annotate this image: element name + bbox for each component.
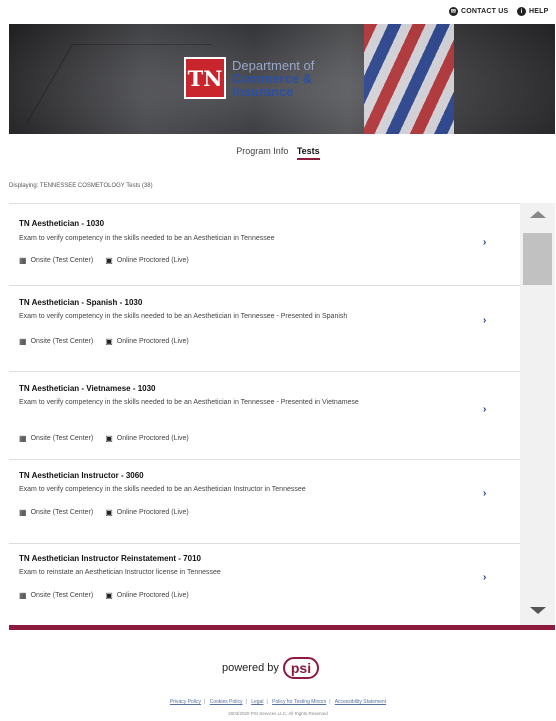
proctor-icon: ▣ bbox=[105, 256, 113, 265]
powered-by-psi: powered by psi bbox=[222, 657, 320, 679]
info-icon: i bbox=[517, 7, 526, 16]
building-icon: ▦ bbox=[19, 591, 27, 600]
test-description: Exam to verify competency in the skills … bbox=[19, 486, 306, 493]
top-bar: ✉ CONTACT US i HELP bbox=[0, 0, 556, 24]
scrollbar[interactable] bbox=[520, 203, 555, 625]
test-description: Exam to reinstate an Aesthetician Instru… bbox=[19, 569, 221, 576]
dept-line-1: Department of bbox=[232, 57, 315, 73]
onsite-option: ▦ Onsite (Test Center) bbox=[19, 508, 93, 517]
scrollbar-thumb[interactable] bbox=[523, 233, 552, 285]
powered-by-label: powered by bbox=[222, 662, 279, 674]
online-label: Online Proctored (Live) bbox=[116, 257, 189, 264]
separator: | bbox=[245, 699, 247, 705]
list-item[interactable]: TN Aesthetician - Vietnamese - 1030 Exam… bbox=[9, 372, 520, 460]
online-label: Online Proctored (Live) bbox=[116, 592, 189, 599]
proctor-icon: ▣ bbox=[105, 591, 113, 600]
dept-line-3: Insurance bbox=[232, 83, 294, 99]
onsite-option: ▦ Onsite (Test Center) bbox=[19, 337, 93, 346]
separator: | bbox=[266, 699, 268, 705]
hero-banner: TN Department of Commerce & Insurance bbox=[9, 24, 555, 134]
test-options: ▦ Onsite (Test Center) ▣ Online Proctored … bbox=[19, 256, 201, 265]
test-title: TN Aesthetician Instructor Reinstatement… bbox=[19, 554, 201, 563]
test-options: ▦ Onsite (Test Center) ▣ Online Proctored … bbox=[19, 508, 201, 517]
proctor-icon: ▣ bbox=[105, 337, 113, 346]
online-option: ▣ Online Proctored (Live) bbox=[105, 591, 189, 600]
chevron-right-icon[interactable]: › bbox=[483, 404, 486, 415]
tab-program-info[interactable]: Program Info bbox=[236, 146, 288, 156]
barber-pole bbox=[364, 24, 454, 134]
test-description: Exam to verify competency in the skills … bbox=[19, 399, 359, 406]
online-label: Online Proctored (Live) bbox=[116, 338, 189, 345]
building-icon: ▦ bbox=[19, 434, 27, 443]
dept-line-2: Commerce & bbox=[232, 70, 313, 86]
test-description: Exam to verify competency in the skills … bbox=[19, 313, 348, 320]
test-title: TN Aesthetician Instructor - 3060 bbox=[19, 471, 144, 480]
test-title: TN Aesthetician - Vietnamese - 1030 bbox=[19, 384, 156, 393]
psi-logo: psi bbox=[282, 657, 320, 679]
onsite-label: Onsite (Test Center) bbox=[30, 509, 94, 516]
footer-link-legal[interactable]: Legal bbox=[251, 699, 263, 705]
copyright: 2003/2020 PSI Services LLC, All Rights R… bbox=[228, 711, 328, 716]
onsite-option: ▦ Onsite (Test Center) bbox=[19, 434, 93, 443]
help-link[interactable]: i HELP bbox=[517, 7, 548, 16]
scroll-up-icon[interactable] bbox=[530, 211, 546, 218]
tab-bar: Program Info Tests bbox=[0, 146, 556, 162]
department-name: Department of Commerce & Insurance bbox=[232, 59, 314, 98]
onsite-label: Onsite (Test Center) bbox=[30, 435, 94, 442]
help-label: HELP bbox=[529, 8, 549, 15]
online-option: ▣ Online Proctored (Live) bbox=[105, 508, 189, 517]
displaying-count: Displaying: TENNESSEE COSMETOLOGY Tests … bbox=[9, 183, 153, 189]
test-options: ▦ Onsite (Test Center) ▣ Online Proctored … bbox=[19, 591, 201, 600]
test-options: ▦ Onsite (Test Center) ▣ Online Proctored … bbox=[19, 337, 201, 346]
tab-tests[interactable]: Tests bbox=[296, 146, 320, 160]
footer-link-cookies[interactable]: Cookies Policy bbox=[210, 699, 243, 705]
list-item[interactable]: TN Aesthetician - 1030 Exam to verify co… bbox=[9, 204, 520, 286]
list-item[interactable]: TN Aesthetician Instructor - 3060 Exam t… bbox=[9, 460, 520, 544]
building-icon: ▦ bbox=[19, 508, 27, 517]
online-option: ▣ Online Proctored (Live) bbox=[105, 337, 189, 346]
test-title: TN Aesthetician - 1030 bbox=[19, 219, 105, 228]
onsite-option: ▦ Onsite (Test Center) bbox=[19, 256, 93, 265]
test-options: ▦ Onsite (Test Center) ▣ Online Proctored … bbox=[19, 434, 201, 443]
onsite-label: Onsite (Test Center) bbox=[30, 592, 94, 599]
online-option: ▣ Online Proctored (Live) bbox=[105, 434, 189, 443]
chat-icon: ✉ bbox=[449, 7, 458, 16]
separator: | bbox=[329, 699, 331, 705]
proctor-icon: ▣ bbox=[105, 434, 113, 443]
building-icon: ▦ bbox=[19, 337, 27, 346]
onsite-label: Onsite (Test Center) bbox=[30, 338, 94, 345]
online-label: Online Proctored (Live) bbox=[116, 435, 189, 442]
chevron-right-icon[interactable]: › bbox=[483, 488, 486, 499]
test-title: TN Aesthetician - Spanish - 1030 bbox=[19, 298, 143, 307]
onsite-label: Onsite (Test Center) bbox=[30, 257, 94, 264]
online-option: ▣ Online Proctored (Live) bbox=[105, 256, 189, 265]
contact-us-link[interactable]: ✉ CONTACT US bbox=[449, 7, 508, 16]
footer-link-accessibility[interactable]: Accessibility Statement bbox=[335, 699, 386, 705]
test-description: Exam to verify competency in the skills … bbox=[19, 235, 275, 242]
tn-logo-mark: TN bbox=[184, 57, 226, 99]
footer-link-minors[interactable]: Policy for Testing Minors bbox=[272, 699, 326, 705]
list-item[interactable]: TN Aesthetician Instructor Reinstatement… bbox=[9, 544, 520, 625]
building-icon: ▦ bbox=[19, 256, 27, 265]
section-divider bbox=[9, 625, 555, 630]
chevron-right-icon[interactable]: › bbox=[483, 572, 486, 583]
test-list: TN Aesthetician - 1030 Exam to verify co… bbox=[9, 203, 520, 625]
onsite-option: ▦ Onsite (Test Center) bbox=[19, 591, 93, 600]
list-item[interactable]: TN Aesthetician - Spanish - 1030 Exam to… bbox=[9, 286, 520, 372]
separator: | bbox=[204, 699, 206, 705]
chevron-right-icon[interactable]: › bbox=[483, 315, 486, 326]
contact-us-label: CONTACT US bbox=[461, 8, 509, 15]
proctor-icon: ▣ bbox=[105, 508, 113, 517]
tn-logo: TN Department of Commerce & Insurance bbox=[184, 57, 314, 99]
footer-link-privacy[interactable]: Privacy Policy bbox=[170, 699, 201, 705]
chevron-right-icon[interactable]: › bbox=[483, 237, 486, 248]
online-label: Online Proctored (Live) bbox=[116, 509, 189, 516]
footer-links: Privacy Policy | Cookies Policy | Legal | P… bbox=[0, 699, 556, 705]
scroll-down-icon[interactable] bbox=[530, 607, 546, 614]
